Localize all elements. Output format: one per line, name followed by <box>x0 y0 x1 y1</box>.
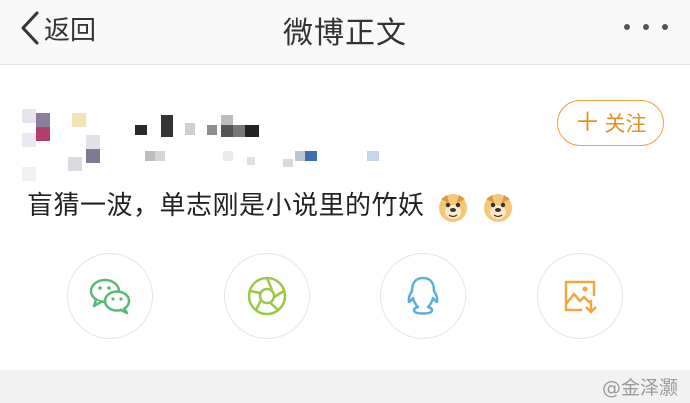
watermark: @金泽灏 <box>602 370 678 403</box>
chevron-left-icon <box>21 11 39 45</box>
doge-emoji-icon <box>484 193 513 222</box>
post-text: 盲猜一波，单志刚是小说里的竹妖 <box>27 191 425 221</box>
wechat-icon <box>89 278 131 315</box>
follow-button[interactable]: ＋ 关注 <box>557 100 664 146</box>
navigation-bar: 返回 微博正文 <box>0 0 690 65</box>
qq-icon <box>407 276 439 315</box>
more-options-button[interactable] <box>624 10 668 44</box>
back-button[interactable]: 返回 <box>20 8 96 48</box>
follow-label: 关注 <box>604 112 647 136</box>
post-meta-obscured <box>145 149 385 169</box>
save-image-icon <box>564 280 597 314</box>
save-image-button[interactable] <box>537 253 623 339</box>
username-obscured[interactable] <box>135 115 275 143</box>
plus-icon: ＋ <box>574 108 601 138</box>
more-dot-icon <box>662 24 668 30</box>
watermark-text: @金泽灏 <box>601 377 678 399</box>
page-title: 微博正文 <box>283 16 407 51</box>
moments-icon <box>247 276 287 316</box>
footer-band <box>0 370 690 403</box>
post-body: 盲猜一波，单志刚是小说里的竹妖 <box>27 185 514 223</box>
doge-emoji-icon <box>439 193 468 222</box>
more-dot-icon <box>643 24 649 30</box>
share-moments-button[interactable] <box>224 253 310 339</box>
share-qq-button[interactable] <box>380 253 466 339</box>
more-dot-icon <box>624 24 630 30</box>
share-wechat-button[interactable] <box>67 253 153 339</box>
back-label: 返回 <box>44 15 97 46</box>
post-card: ＋ 关注 盲猜一波，单志刚是小说里的竹妖 <box>0 65 690 369</box>
